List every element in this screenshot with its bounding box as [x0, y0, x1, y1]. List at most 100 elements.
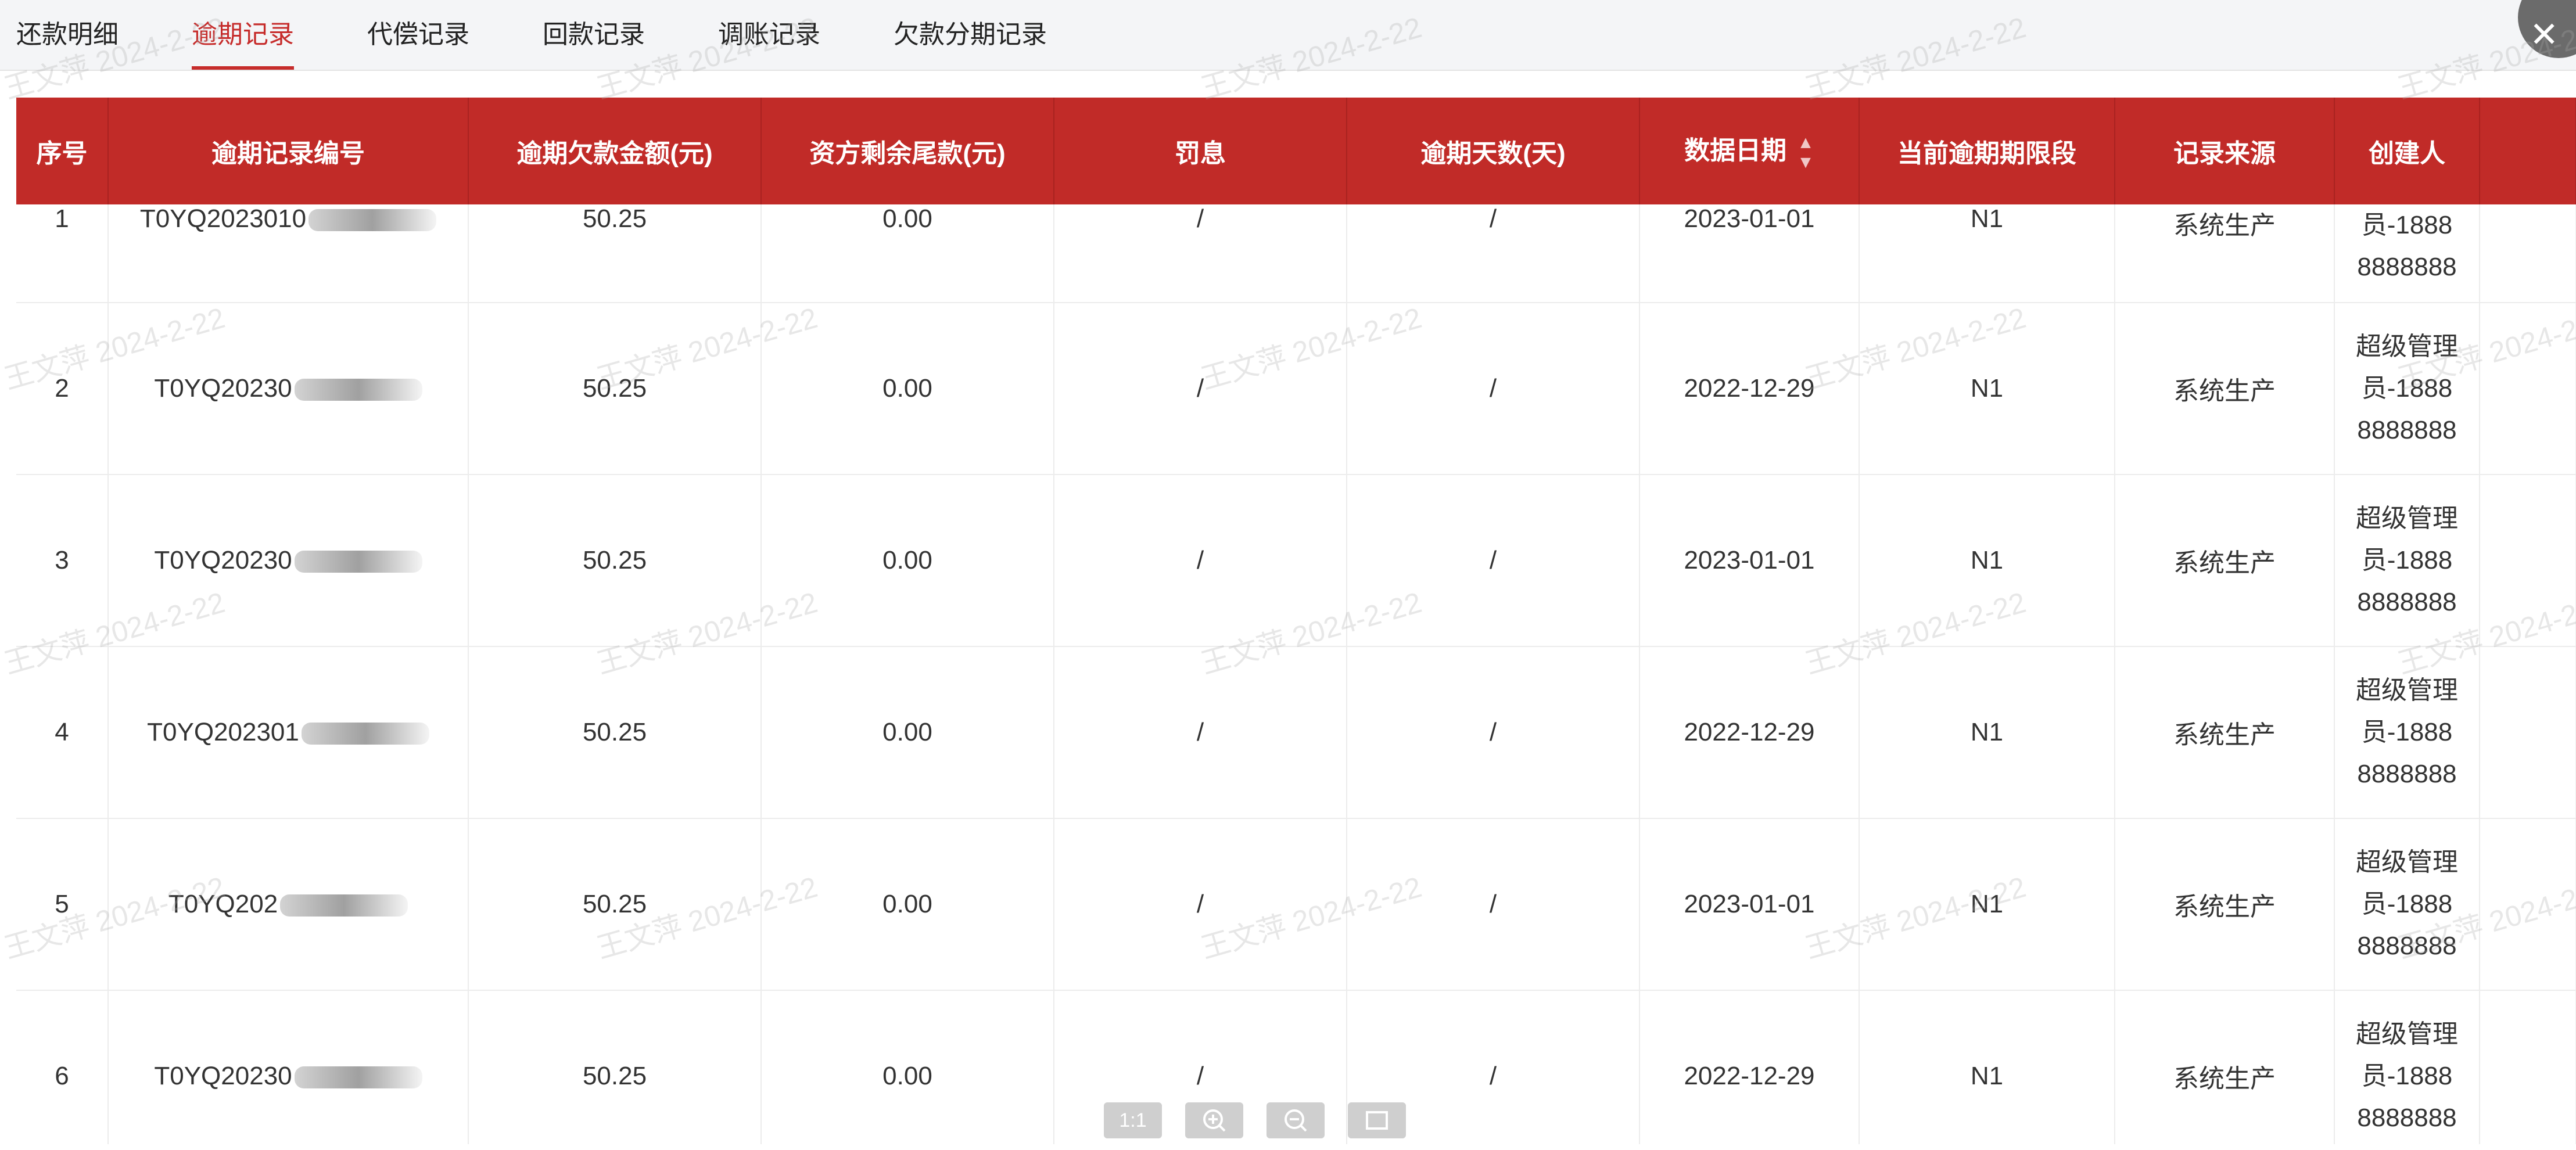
sort-icon[interactable]: ▲ ▼: [1797, 133, 1814, 172]
zoom-in-icon[interactable]: [1185, 1102, 1243, 1138]
cell-record-source: 系统生产: [2115, 646, 2335, 819]
cell-record-source: 系统生产: [2115, 475, 2335, 647]
cell-record-id: T0YQ20230: [108, 990, 469, 1144]
tab-bar: 还款明细 逾期记录 代偿记录 回款记录 调账记录 欠款分期记录: [0, 0, 2576, 71]
creator-line: 员-1888: [2361, 374, 2453, 402]
record-id-text: T0YQ202301: [147, 718, 299, 746]
cell-data-date: 2023-01-01: [1639, 475, 1860, 647]
column-header-data-date-label: 数据日期: [1684, 136, 1787, 166]
cell-remaining-balance: 0.00: [761, 646, 1054, 819]
cell-overdue-stage: N1: [1859, 475, 2115, 647]
cell-extra: [2480, 303, 2576, 475]
cell-record-source: 系统生产: [2115, 204, 2335, 303]
cell-penalty: /: [1054, 646, 1347, 819]
cell-extra: [2480, 990, 2576, 1144]
redaction-mask: [308, 209, 437, 232]
column-header-extra: [2480, 98, 2576, 204]
cell-overdue-stage: N1: [1859, 303, 2115, 475]
table-row[interactable]: 1 T0YQ2023010 50.25 0.00 / / 2023-01-01 …: [16, 204, 2576, 303]
cell-remaining-balance: 0.00: [761, 475, 1054, 647]
cell-data-date: 2023-01-01: [1639, 818, 1860, 991]
cell-remaining-balance: 0.00: [761, 204, 1054, 303]
record-id-text: T0YQ20230: [154, 546, 292, 574]
creator-line: 8888888: [2357, 760, 2457, 788]
cell-overdue-stage: N1: [1859, 204, 2115, 303]
tab-adjustment-records[interactable]: 调账记录: [718, 0, 820, 70]
cell-remaining-balance: 0.00: [761, 990, 1054, 1144]
cell-overdue-days: /: [1347, 475, 1640, 647]
creator-line: 员-1888: [2361, 890, 2453, 918]
creator-line: 员-1888: [2361, 546, 2453, 574]
cell-overdue-amount: 50.25: [468, 990, 762, 1144]
column-header-index: 序号: [16, 98, 109, 204]
cell-record-source: 系统生产: [2115, 303, 2335, 475]
cell-extra: [2480, 475, 2576, 647]
cell-overdue-stage: N1: [1859, 646, 2115, 819]
cell-creator: 超级管理员-1888 8888888: [2334, 818, 2480, 991]
cell-remaining-balance: 0.00: [761, 303, 1054, 475]
table-row[interactable]: 2 T0YQ20230 50.25 0.00 / / 2022-12-29 N1…: [16, 303, 2576, 475]
cell-index: 5: [16, 818, 109, 991]
cell-extra: [2480, 646, 2576, 819]
cell-creator: 超级管理员-1888 8888888: [2334, 646, 2480, 819]
column-header-data-date[interactable]: 数据日期 ▲ ▼: [1639, 98, 1860, 204]
creator-line: 超级管理: [2356, 1020, 2458, 1048]
cell-overdue-days: /: [1347, 303, 1640, 475]
tab-repayment-detail[interactable]: 还款明细: [16, 0, 119, 70]
column-header-overdue-amount: 逾期欠款金额(元): [468, 98, 762, 204]
cell-overdue-days: /: [1347, 818, 1640, 991]
creator-line: 员-1888: [2361, 211, 2453, 239]
cell-index: 6: [16, 990, 109, 1144]
tab-compensation-records[interactable]: 代偿记录: [367, 0, 469, 70]
cell-penalty: /: [1054, 475, 1347, 647]
actual-size-button[interactable]: 1:1: [1104, 1102, 1162, 1138]
redaction-mask: [280, 894, 408, 917]
record-id-text: T0YQ20230: [154, 1062, 292, 1090]
redaction-mask: [294, 551, 422, 573]
zoom-out-icon[interactable]: [1267, 1102, 1325, 1138]
creator-line: 超级管理: [2356, 848, 2458, 876]
cell-creator: 超级管理员-1888 8888888: [2334, 303, 2480, 475]
cell-record-id: T0YQ20230: [108, 475, 469, 647]
table-row[interactable]: 4 T0YQ202301 50.25 0.00 / / 2022-12-29 N…: [16, 646, 2576, 819]
cell-overdue-days: /: [1347, 204, 1640, 303]
column-header-creator: 创建人: [2334, 98, 2480, 204]
cell-record-source: 系统生产: [2115, 990, 2335, 1144]
tab-installment-records[interactable]: 欠款分期记录: [894, 0, 1047, 70]
tab-overdue-records[interactable]: 逾期记录: [192, 0, 294, 70]
creator-line: 8888888: [2357, 253, 2457, 281]
creator-line: 超级管理: [2356, 676, 2458, 705]
cell-overdue-amount: 50.25: [468, 818, 762, 991]
table-header-row: 序号 逾期记录编号 逾期欠款金额(元) 资方剩余尾款(元) 罚息 逾期天数(天)…: [16, 98, 2576, 204]
table-row[interactable]: 5 T0YQ202 50.25 0.00 / / 2023-01-01 N1 系…: [16, 818, 2576, 991]
redaction-mask: [294, 379, 422, 401]
fit-screen-icon[interactable]: [1348, 1102, 1406, 1138]
cell-overdue-amount: 50.25: [468, 646, 762, 819]
cell-overdue-stage: N1: [1859, 818, 2115, 991]
cell-record-id: T0YQ202: [108, 818, 469, 991]
record-id-text: T0YQ202: [168, 890, 278, 918]
cell-overdue-amount: 50.25: [468, 475, 762, 647]
redaction-mask: [294, 1066, 422, 1089]
cell-creator: 超级管理 员-1888 8888888: [2334, 475, 2480, 647]
table-row[interactable]: 3 T0YQ20230 50.25 0.00 / / 2023-01-01 N1…: [16, 475, 2576, 647]
cell-index: 2: [16, 303, 109, 475]
creator-line: 8888888: [2357, 932, 2457, 960]
cell-overdue-stage: N1: [1859, 990, 2115, 1144]
creator-line: 8888888: [2357, 416, 2457, 444]
cell-record-id: T0YQ20230: [108, 303, 469, 475]
cell-index: 4: [16, 646, 109, 819]
overdue-records-table: 序号 逾期记录编号 逾期欠款金额(元) 资方剩余尾款(元) 罚息 逾期天数(天)…: [16, 98, 2576, 1144]
column-header-remaining-balance: 资方剩余尾款(元): [761, 98, 1054, 204]
cell-record-id: T0YQ202301: [108, 646, 469, 819]
cell-index: 3: [16, 475, 109, 647]
cell-overdue-days: /: [1347, 646, 1640, 819]
cell-overdue-amount: 50.25: [468, 303, 762, 475]
tab-collection-records[interactable]: 回款记录: [543, 0, 645, 70]
cell-creator: 超级管理 员-1888 8888888: [2334, 990, 2480, 1144]
column-header-record-id: 逾期记录编号: [108, 98, 469, 204]
creator-line: 超级管理: [2356, 332, 2458, 361]
record-id-text: T0YQ20230: [154, 374, 292, 402]
creator-line: 员-1888: [2361, 718, 2453, 746]
cell-data-date: 2022-12-29: [1639, 646, 1860, 819]
